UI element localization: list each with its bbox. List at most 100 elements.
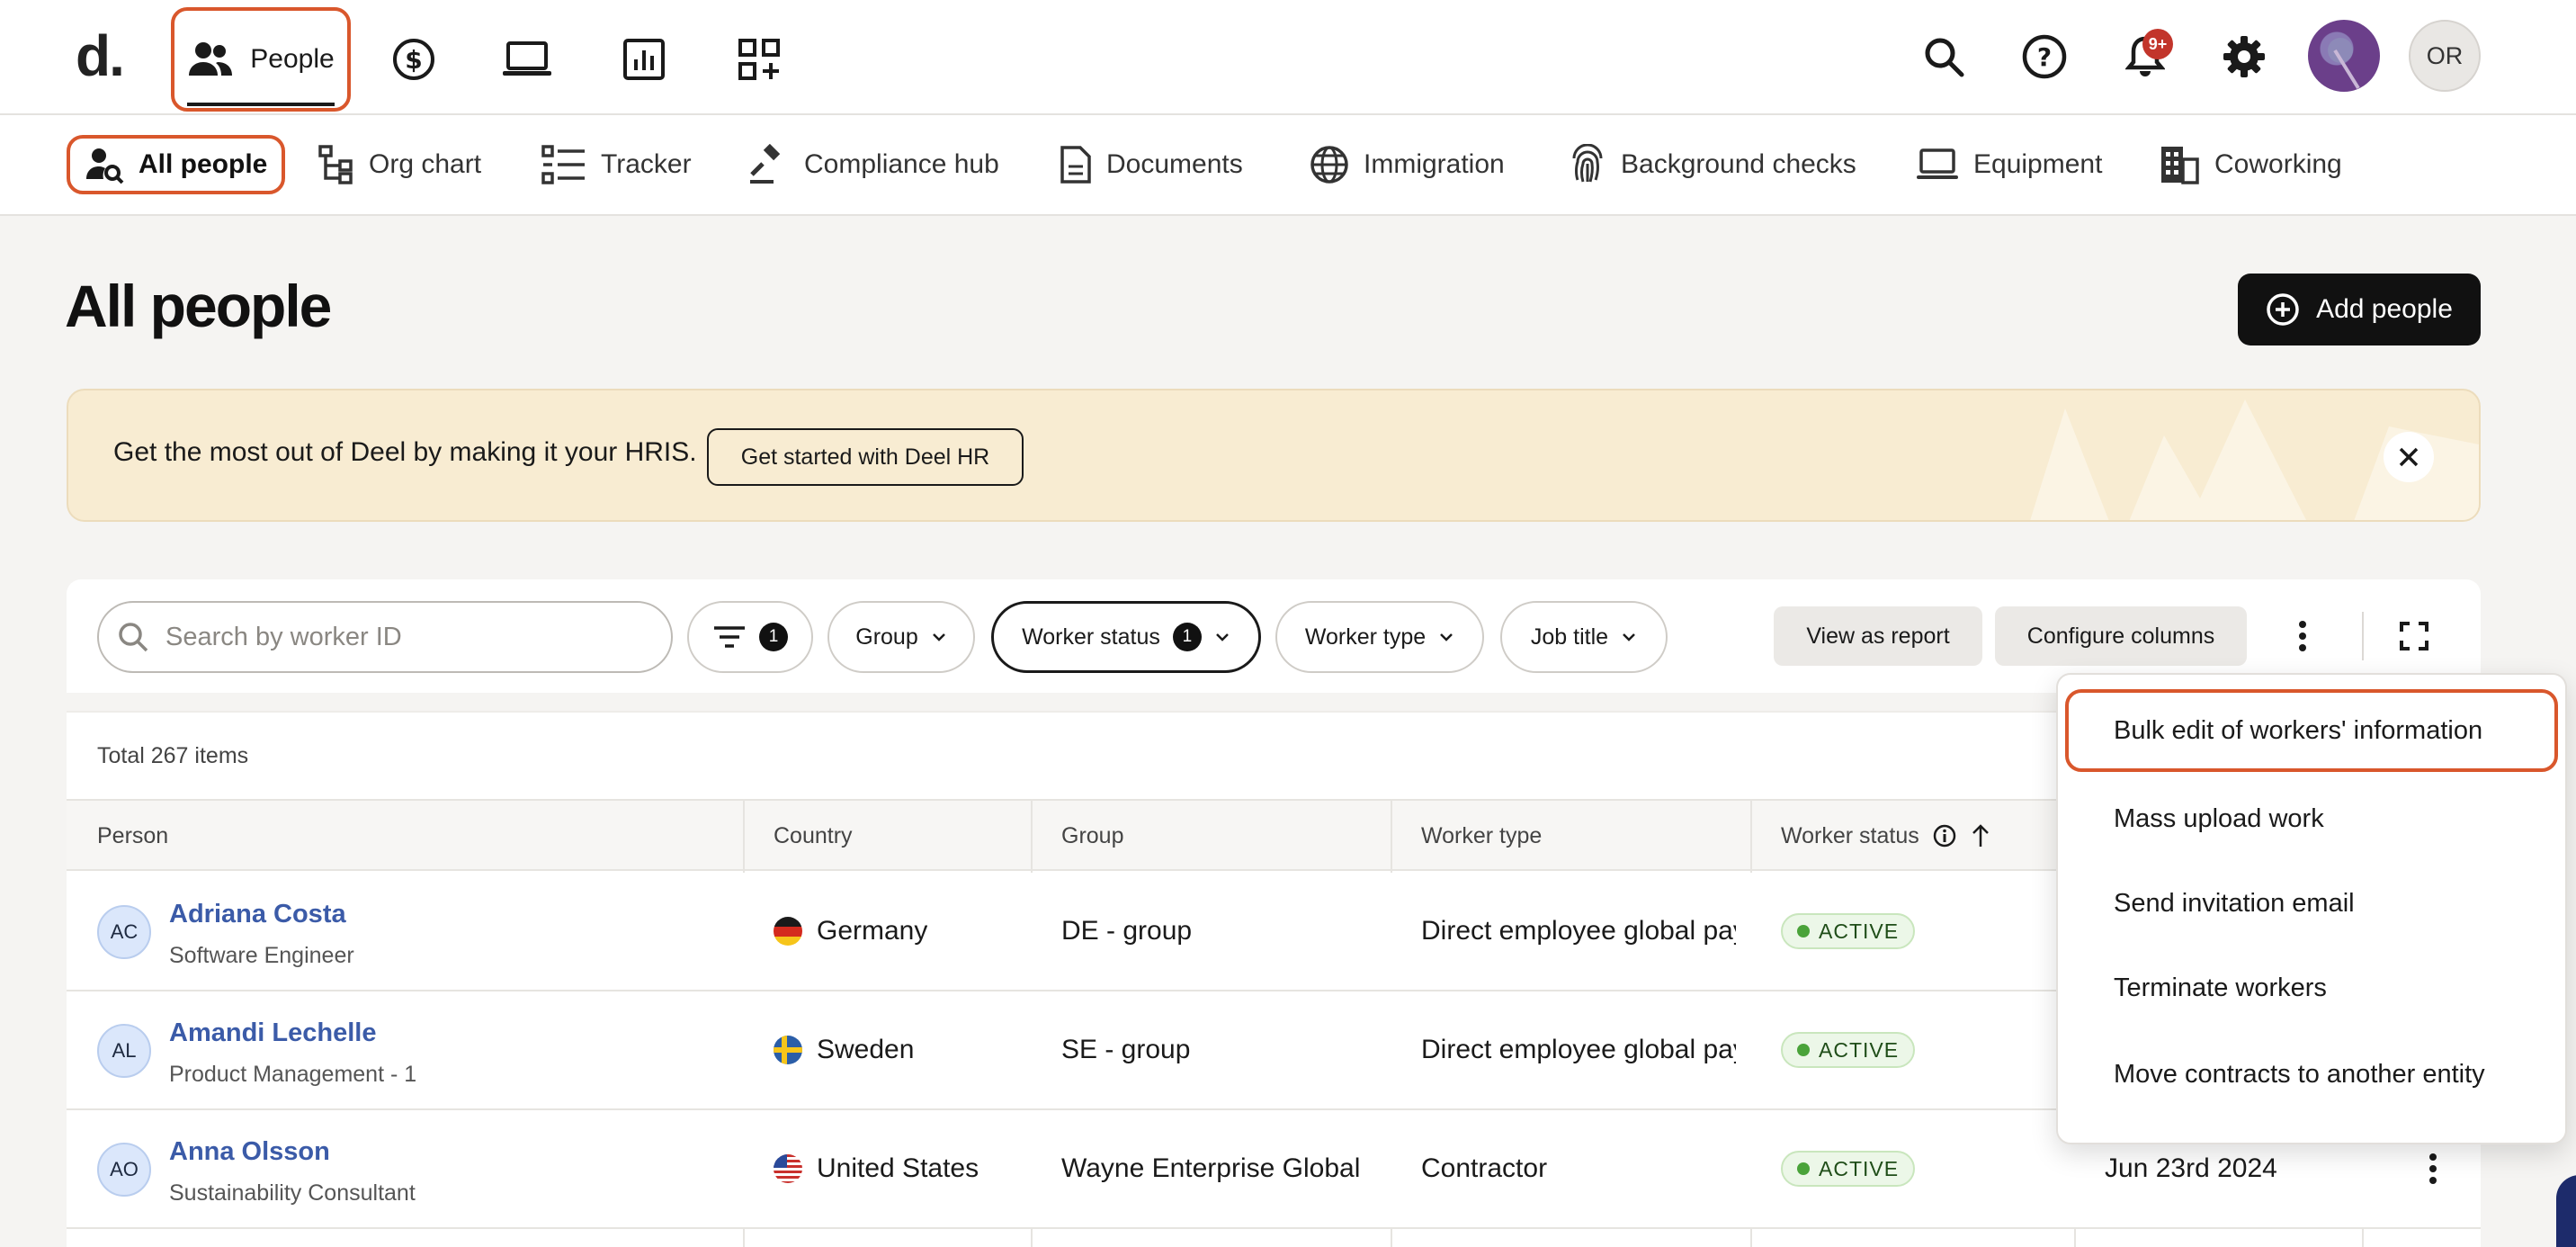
help-button[interactable]: ? xyxy=(2015,27,2074,86)
country-cell: United States xyxy=(774,1110,979,1227)
nav-tab-payroll[interactable]: $ xyxy=(381,7,446,112)
subnav-coworking[interactable]: Coworking xyxy=(2159,135,2342,194)
menu-item-send-invitation[interactable]: Send invitation email xyxy=(2065,862,2558,945)
subnav-documents-label: Documents xyxy=(1106,149,1243,179)
worker-status-count-badge: 1 xyxy=(1172,623,1202,651)
status-badge: ACTIVE xyxy=(1781,1032,1916,1068)
worker-status-cell: ACTIVE xyxy=(1781,991,1916,1108)
country-name: United States xyxy=(817,1153,979,1183)
nav-tab-apps[interactable] xyxy=(727,7,792,112)
more-actions-button[interactable] xyxy=(2276,606,2330,666)
subnav-org-chart[interactable]: Org chart xyxy=(318,135,481,194)
menu-item-terminate-workers[interactable]: Terminate workers xyxy=(2065,946,2558,1029)
subnav-all-people[interactable]: All people xyxy=(67,135,286,194)
banner-message: Get the most out of Deel by making it yo… xyxy=(113,437,697,467)
worker-type-cell: Direct employee global payroll xyxy=(1421,1035,1736,1064)
nav-tab-reports[interactable] xyxy=(612,7,676,112)
menu-item-move-contracts[interactable]: Move contracts to another entity xyxy=(2065,1033,2558,1116)
configure-columns-button[interactable]: Configure columns xyxy=(1995,606,2247,666)
subnav-background-checks[interactable]: Background checks xyxy=(1569,135,1856,194)
people-subnav: All people Org chart Tracker Compliance … xyxy=(0,115,2576,216)
view-as-report-button[interactable]: View as report xyxy=(1774,606,1982,666)
search-button[interactable] xyxy=(1914,27,1973,86)
country-cell: Sweden xyxy=(774,991,914,1108)
get-started-deel-hr-button[interactable]: Get started with Deel HR xyxy=(707,428,1024,486)
search-field[interactable] xyxy=(97,601,673,673)
sort-ascending-icon[interactable] xyxy=(1970,823,1991,848)
column-header-group[interactable]: Group xyxy=(1061,801,1123,871)
search-icon xyxy=(1922,35,1965,78)
person-job-title: Product Management - 1 xyxy=(169,1062,417,1087)
subnav-org-chart-label: Org chart xyxy=(369,149,482,179)
hris-promo-banner: Get the most out of Deel by making it yo… xyxy=(67,389,2481,522)
user-avatar-photo[interactable] xyxy=(2308,20,2380,92)
document-icon xyxy=(1060,145,1092,184)
worker-type-cell: Contractor xyxy=(1421,1153,1548,1183)
building-icon xyxy=(2159,144,2200,185)
toolbar-divider xyxy=(2362,612,2364,660)
person-search-icon xyxy=(85,145,124,184)
deel-logo[interactable]: d. xyxy=(76,20,125,92)
status-text: ACTIVE xyxy=(1819,919,1900,943)
person-job-title: Software Engineer xyxy=(169,943,354,968)
chat-widget-button[interactable] xyxy=(2556,1175,2576,1247)
person-avatar: AL xyxy=(97,1024,151,1078)
chevron-down-icon xyxy=(1214,632,1230,642)
user-initials-avatar[interactable]: OR xyxy=(2409,20,2481,92)
info-icon[interactable] xyxy=(1932,823,1957,848)
subnav-documents[interactable]: Documents xyxy=(1060,135,1243,194)
chevron-down-icon xyxy=(1621,632,1637,642)
job-title-filter-dropdown[interactable]: Job title xyxy=(1500,601,1668,673)
org-chart-icon xyxy=(318,145,354,184)
svg-text:$: $ xyxy=(405,45,422,75)
people-icon xyxy=(187,40,234,79)
fullscreen-button[interactable] xyxy=(2385,606,2443,666)
group-filter-label: Group xyxy=(855,624,918,650)
subnav-tracker[interactable]: Tracker xyxy=(541,135,692,194)
person-name-link[interactable]: Anna Olsson xyxy=(169,1137,330,1167)
menu-item-bulk-edit[interactable]: Bulk edit of workers' information xyxy=(2065,689,2558,772)
worker-type-cell: Direct employee global payroll xyxy=(1421,916,1736,946)
gear-icon xyxy=(2222,34,2267,79)
search-input[interactable] xyxy=(165,622,633,652)
subnav-immigration[interactable]: Immigration xyxy=(1310,135,1505,194)
group-cell: Wayne Enterprise Global xyxy=(1061,1153,1361,1183)
status-text: ACTIVE xyxy=(1819,1156,1900,1180)
globe-icon xyxy=(1310,145,1349,184)
nav-tab-devices[interactable] xyxy=(495,7,559,112)
add-people-button[interactable]: Add people xyxy=(2238,274,2481,345)
banner-close-button[interactable] xyxy=(2384,432,2434,482)
settings-button[interactable] xyxy=(2214,27,2274,86)
row-actions-button[interactable] xyxy=(2411,1146,2455,1191)
filter-count-badge: 1 xyxy=(759,623,788,651)
filter-lines-icon xyxy=(712,625,747,649)
column-header-worker-type[interactable]: Worker type xyxy=(1421,801,1542,871)
subnav-tracker-label: Tracker xyxy=(601,149,692,179)
group-filter-dropdown[interactable]: Group xyxy=(827,601,975,673)
nav-tab-people[interactable]: People xyxy=(171,7,351,112)
sweden-flag-icon xyxy=(774,1036,802,1064)
job-title-filter-label: Job title xyxy=(1530,624,1609,650)
column-header-country[interactable]: Country xyxy=(774,801,853,871)
tracker-icon xyxy=(541,145,586,184)
worker-type-filter-dropdown[interactable]: Worker type xyxy=(1275,601,1484,673)
notifications-button[interactable]: 9+ xyxy=(2115,27,2175,86)
person-name-link[interactable]: Adriana Costa xyxy=(169,900,346,929)
subnav-compliance-hub[interactable]: Compliance hub xyxy=(748,135,999,194)
active-tab-underline xyxy=(187,103,335,106)
total-items-count: Total 267 items xyxy=(97,743,249,768)
subnav-compliance-hub-label: Compliance hub xyxy=(804,149,999,179)
close-icon xyxy=(2398,446,2419,468)
fingerprint-icon xyxy=(1569,144,1606,185)
person-name-link[interactable]: Amandi Lechelle xyxy=(169,1018,376,1048)
filters-button[interactable]: 1 xyxy=(687,601,813,673)
subnav-equipment-label: Equipment xyxy=(1973,149,2103,179)
subnav-equipment[interactable]: Equipment xyxy=(1916,135,2102,194)
person-avatar: AO xyxy=(97,1143,151,1197)
worker-status-filter-dropdown[interactable]: Worker status 1 xyxy=(991,601,1261,673)
status-dot xyxy=(1797,925,1810,937)
menu-item-mass-upload[interactable]: Mass upload work xyxy=(2065,777,2558,860)
nav-tab-people-label: People xyxy=(250,44,335,74)
column-header-person[interactable]: Person xyxy=(97,801,168,871)
column-header-worker-status[interactable]: Worker status xyxy=(1781,801,1991,871)
